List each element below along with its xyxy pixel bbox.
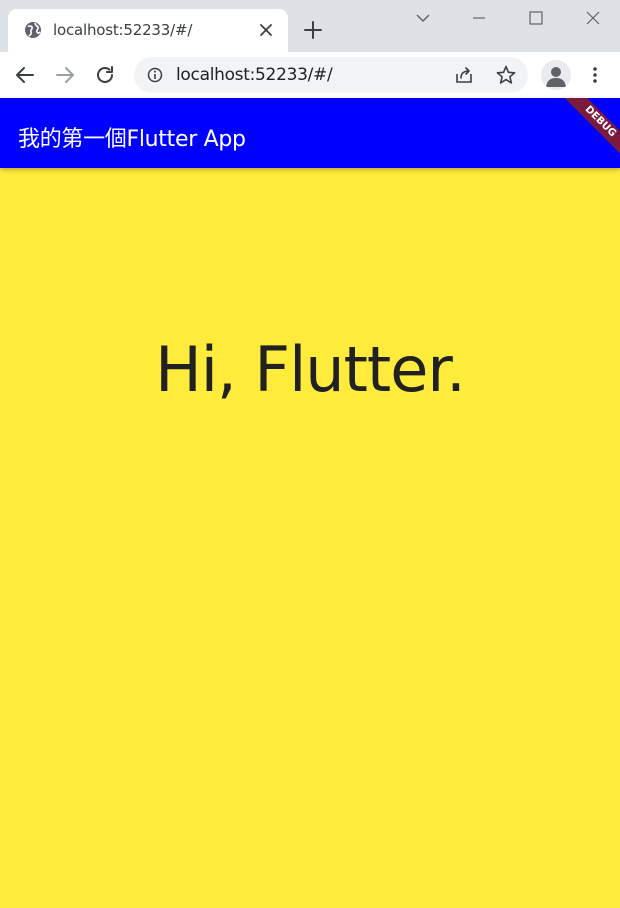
app-body: [0, 168, 620, 908]
address-bar[interactable]: localhost:52233/#/: [134, 57, 528, 93]
app-bar: 我的第一個Flutter App: [0, 98, 620, 168]
greeting-text: Hi, Flutter.: [155, 333, 466, 406]
minimize-icon[interactable]: [469, 8, 489, 28]
maximize-icon[interactable]: [526, 8, 546, 28]
star-icon[interactable]: [495, 64, 517, 86]
person-icon: [546, 67, 566, 87]
info-icon[interactable]: [147, 67, 163, 83]
more-vert-icon[interactable]: [585, 65, 605, 85]
app-bar-title: 我的第一個Flutter App: [18, 127, 246, 152]
close-icon[interactable]: [258, 22, 274, 38]
chevron-down-icon[interactable]: [413, 8, 433, 28]
back-arrow-icon[interactable]: [13, 63, 37, 87]
window-close-icon[interactable]: [583, 8, 603, 28]
reload-icon[interactable]: [93, 63, 117, 87]
address-url[interactable]: localhost:52233/#/: [176, 65, 333, 85]
browser-toolbar: localhost:52233/#/: [0, 52, 620, 98]
share-icon[interactable]: [454, 65, 474, 85]
forward-arrow-icon[interactable]: [53, 63, 77, 87]
tab-title: localhost:52233/#/: [53, 21, 193, 39]
plus-icon[interactable]: [303, 20, 323, 40]
globe-icon: [25, 22, 41, 38]
browser-tabstrip: localhost:52233/#/: [0, 0, 620, 52]
browser-tab[interactable]: localhost:52233/#/: [8, 9, 288, 52]
profile-avatar[interactable]: [541, 60, 571, 90]
